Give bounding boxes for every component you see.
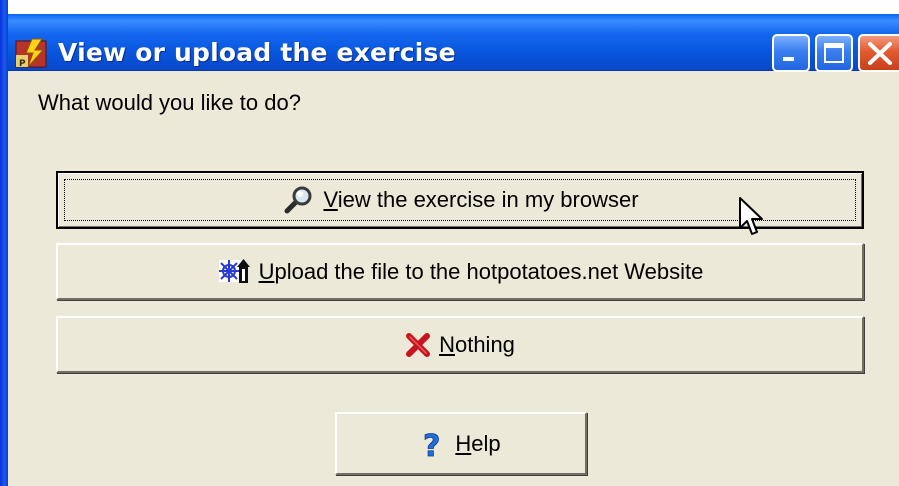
close-icon xyxy=(868,42,892,65)
nothing-button-mnemonic: N xyxy=(439,331,455,357)
maximize-icon xyxy=(824,43,844,63)
close-button[interactable] xyxy=(858,34,899,72)
upload-button-mnemonic: U xyxy=(258,258,275,284)
red-x-icon xyxy=(405,330,431,360)
minimize-button[interactable] xyxy=(772,34,810,72)
help-button-label: elp xyxy=(471,430,501,456)
view-button-mnemonic: V xyxy=(323,187,338,212)
nothing-button[interactable]: Nothing xyxy=(56,316,864,373)
question-mark-icon: ? xyxy=(421,428,447,464)
svg-text:P: P xyxy=(19,59,26,69)
title-bar[interactable]: P View or upload the exercise xyxy=(0,14,899,72)
upload-to-website-button[interactable]: Upload the file to the hotpotatoes.net W… xyxy=(56,243,864,300)
help-button-mnemonic: H xyxy=(455,430,472,456)
magnifier-icon xyxy=(281,185,315,215)
window-left-border xyxy=(0,0,8,486)
view-button-label: iew the exercise in my browser xyxy=(337,187,639,212)
mouse-cursor-icon xyxy=(738,196,768,240)
upload-web-icon xyxy=(217,257,251,287)
nothing-button-label: othing xyxy=(454,331,515,357)
dialog-prompt: What would you like to do? xyxy=(38,90,301,115)
hotpotatoes-app-icon[interactable]: P xyxy=(14,37,50,69)
help-button[interactable]: ? Help xyxy=(335,412,587,475)
dialog-window: P View or upload the exercise What would… xyxy=(0,0,899,486)
svg-text:?: ? xyxy=(423,429,440,459)
maximize-button[interactable] xyxy=(815,34,853,72)
desktop-strip xyxy=(0,0,899,14)
upload-button-label: pload the file to the hotpotatoes.net We… xyxy=(274,258,704,284)
minimize-icon xyxy=(783,57,794,61)
window-title: View or upload the exercise xyxy=(58,38,456,67)
